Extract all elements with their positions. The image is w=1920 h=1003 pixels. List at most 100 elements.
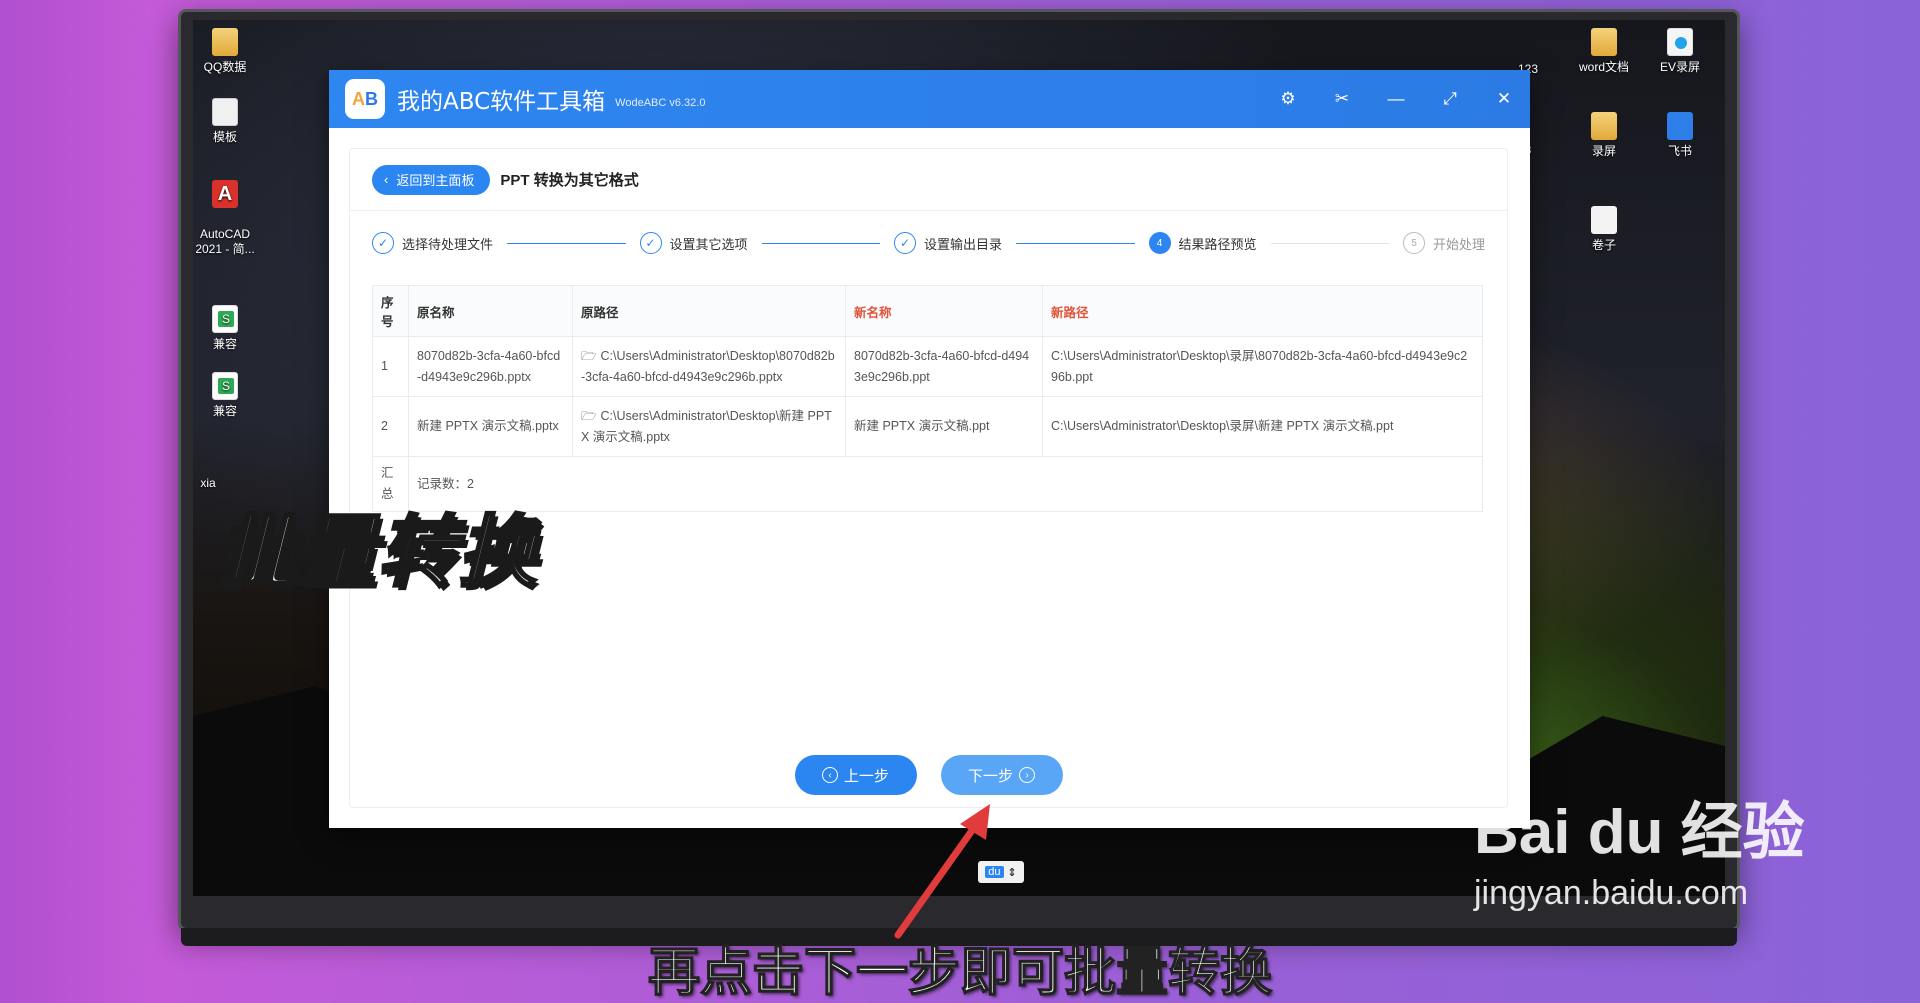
- step-number: 4: [1148, 232, 1171, 254]
- app-logo: AB: [345, 79, 385, 119]
- step-2: ✓ 设置其它选项: [639, 232, 748, 254]
- desktop-icon-label: xia: [200, 476, 216, 490]
- step-indicator: ✓ 选择待处理文件 ✓ 设置其它选项 ✓ 设置输出目录 4 结果路径预览 5 开…: [350, 211, 1507, 275]
- step-label: 设置其它选项: [669, 236, 748, 252]
- col-header-new-name: 新名称: [845, 285, 1043, 337]
- panel-header: ‹ 返回到主面板 PPT 转换为其它格式: [350, 149, 1507, 211]
- check-icon: ✓: [372, 232, 394, 254]
- ime-arrows-icon: ⇕: [1007, 866, 1017, 879]
- app-version: WodeABC v6.32.0: [615, 97, 706, 109]
- app-title: 我的ABC软件工具箱: [397, 89, 606, 115]
- desktop-icon-xia[interactable]: xia: [193, 476, 243, 491]
- chevron-left-circle-icon: ‹: [821, 767, 838, 783]
- overlay-title: 批量转换: [216, 507, 539, 600]
- orig-path-text: C:\Users\Administrator\Desktop\新建 PPTX 演…: [581, 408, 832, 444]
- col-header-orig-path: 原路径: [572, 285, 846, 337]
- chevron-left-icon: ‹: [384, 172, 389, 187]
- desktop-icon-label: 兼容: [212, 404, 237, 418]
- ev-icon: [1667, 28, 1693, 56]
- check-icon: ✓: [639, 232, 662, 254]
- page-title: PPT 转换为其它格式: [500, 172, 639, 189]
- col-header-no: 序号: [372, 285, 409, 337]
- preview-table: 序号 原名称 原路径 新名称 新路径 1 8070d82b-3cfa-4a60-…: [372, 285, 1483, 512]
- desktop-icon-label: 录屏: [1591, 144, 1616, 158]
- step-5: 5 开始处理: [1403, 232, 1485, 254]
- baidu-watermark: Bai du 经验 jingyan.baidu.com: [1474, 800, 1805, 913]
- annotation-arrow: [894, 804, 990, 939]
- desktop-icon-label: 卷子: [1591, 238, 1616, 252]
- watermark-url: jingyan.baidu.com: [1474, 874, 1749, 912]
- main-panel: ‹ 返回到主面板 PPT 转换为其它格式 ✓ 选择待处理文件 ✓ 设置其它选项 …: [349, 148, 1508, 808]
- settings-icon[interactable]: ⚙: [1278, 89, 1298, 109]
- step-connector: [507, 242, 626, 244]
- step-4: 4 结果路径预览: [1148, 232, 1257, 254]
- cell-new-name: 8070d82b-3cfa-4a60-bfcd-d4943e9c296b.ppt: [845, 336, 1043, 397]
- summary-row: 汇总 记录数：2: [372, 456, 1483, 512]
- prev-step-label: 上一步: [843, 767, 889, 785]
- cell-new-path: C:\Users\Administrator\Desktop\录屏\新建 PPT…: [1042, 396, 1483, 457]
- table-header-row: 序号 原名称 原路径 新名称 新路径: [372, 285, 1483, 337]
- prev-step-button[interactable]: ‹ 上一步: [794, 755, 917, 795]
- desktop-icon-compat-1[interactable]: 兼容: [193, 305, 260, 352]
- desktop-icon-ev-recorder[interactable]: EV录屏: [1645, 28, 1715, 75]
- desktop-icon-label: QQ数据: [203, 60, 247, 74]
- cell-orig-path: 🗁 C:\Users\Administrator\Desktop\8070d82b…: [572, 336, 846, 397]
- open-folder-icon[interactable]: 🗁: [581, 349, 597, 363]
- footer-buttons: ‹ 上一步 下一步 ›: [350, 755, 1507, 795]
- desktop-icon-compat-2[interactable]: 兼容: [193, 372, 260, 419]
- table-row[interactable]: 2 新建 PPTX 演示文稿.pptx 🗁 C:\Users\Administra…: [372, 396, 1483, 457]
- spreadsheet-icon: [212, 372, 238, 400]
- feishu-icon: [1667, 112, 1693, 140]
- video-caption: 再点击下一步即可批量转换: [647, 942, 1273, 1003]
- chevron-right-circle-icon: ›: [1019, 767, 1035, 783]
- orig-path-text: C:\Users\Administrator\Desktop\8070d82b-…: [581, 348, 835, 384]
- desktop-icon-label: AutoCAD 2021 - 简...: [195, 227, 255, 256]
- summary-value: 记录数：2: [408, 456, 1483, 512]
- close-icon[interactable]: ✕: [1494, 89, 1514, 109]
- back-button-label: 返回到主面板: [396, 173, 475, 188]
- col-header-orig-name: 原名称: [408, 285, 573, 337]
- autocad-icon: A: [212, 180, 238, 208]
- desktop-icon-label: 兼容: [212, 337, 237, 351]
- desktop-icon-template[interactable]: 模板: [193, 98, 260, 145]
- desktop-icon-feishu[interactable]: 飞书: [1645, 112, 1715, 159]
- cell-new-name: 新建 PPTX 演示文稿.ppt: [845, 396, 1043, 457]
- next-step-button[interactable]: 下一步 ›: [940, 755, 1063, 795]
- desktop-icon-qq-data[interactable]: QQ数据: [193, 28, 260, 75]
- step-connector: [761, 242, 880, 244]
- title-bar[interactable]: AB 我的ABC软件工具箱 WodeABC v6.32.0 ⚙ ✂ — ⤢ ✕: [329, 70, 1530, 128]
- step-label: 选择待处理文件: [402, 236, 494, 252]
- table-row[interactable]: 1 8070d82b-3cfa-4a60-bfcd-d4943e9c296b.p…: [372, 336, 1483, 397]
- step-number: 5: [1403, 232, 1425, 254]
- next-step-label: 下一步: [967, 767, 1013, 785]
- step-connector: [1016, 242, 1135, 244]
- spreadsheet-icon: [212, 305, 238, 333]
- open-folder-icon[interactable]: 🗁: [581, 409, 597, 423]
- cell-new-path: C:\Users\Administrator\Desktop\录屏\8070d8…: [1042, 336, 1483, 397]
- cell-no: 2: [372, 396, 409, 457]
- check-icon: ✓: [894, 232, 916, 254]
- desktop-icon-word-docs[interactable]: word文档: [1569, 28, 1639, 75]
- desktop-icon-label: EV录屏: [1659, 60, 1700, 74]
- cell-orig-path: 🗁 C:\Users\Administrator\Desktop\新建 PPTX …: [572, 396, 846, 457]
- cell-orig-name: 8070d82b-3cfa-4a60-bfcd-d4943e9c296b.ppt…: [408, 336, 573, 397]
- col-header-new-path: 新路径: [1042, 285, 1483, 337]
- minimize-icon[interactable]: —: [1386, 89, 1406, 109]
- scissors-icon[interactable]: ✂: [1332, 89, 1352, 109]
- folder-icon: [1591, 28, 1617, 56]
- app-window: AB 我的ABC软件工具箱 WodeABC v6.32.0 ⚙ ✂ — ⤢ ✕ …: [329, 70, 1530, 828]
- desktop-icon-label: 飞书: [1667, 144, 1692, 158]
- folder-icon: [1591, 112, 1617, 140]
- step-label: 开始处理: [1433, 236, 1486, 252]
- cell-orig-name: 新建 PPTX 演示文稿.pptx: [408, 396, 573, 457]
- maximize-icon[interactable]: ⤢: [1440, 89, 1460, 109]
- step-1: ✓ 选择待处理文件: [372, 232, 493, 254]
- doc-icon: [212, 98, 238, 126]
- desktop-icon-autocad[interactable]: A AutoCAD 2021 - 简...: [193, 165, 260, 257]
- folder-icon: [212, 28, 238, 56]
- desktop-icon-papers[interactable]: 卷子: [1569, 206, 1639, 253]
- desktop-icon-screen-rec[interactable]: 录屏: [1569, 112, 1639, 159]
- step-3: ✓ 设置输出目录: [894, 232, 1002, 254]
- back-to-main-button[interactable]: ‹ 返回到主面板: [372, 164, 491, 195]
- step-connector: [1270, 242, 1389, 244]
